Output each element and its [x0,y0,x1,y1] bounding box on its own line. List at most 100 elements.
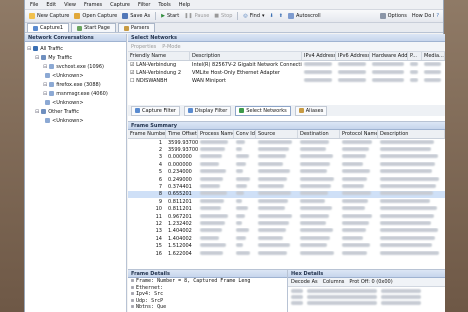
tree-item[interactable]: <Unknown> [27,98,126,107]
tree-item[interactable]: ⊟ svchost.exe (1096) [27,62,126,71]
expand-icon[interactable]: ⊟ [35,109,39,115]
display-filter-button[interactable]: Display Filter [183,105,232,116]
blurred-value [380,147,431,152]
expand-icon[interactable]: ⊞ [131,304,134,310]
new-capture-button[interactable]: New Capture [29,13,69,19]
expand-icon[interactable]: ⊟ [43,91,47,97]
tab-parsers[interactable]: Parsers [117,23,156,32]
frame-row[interactable]: 15 1.512004 [128,242,445,249]
tree-item[interactable]: ⊟ Other Traffic [27,107,126,116]
col-time-offset[interactable]: Time Offset [166,130,198,138]
menu-capture[interactable]: Capture [110,2,130,8]
blurred-value [342,161,363,166]
tree-item[interactable]: ⊟ My Traffic [27,53,126,62]
frame-row[interactable]: 8 0.655201 [128,190,445,199]
frame-row[interactable]: 13599.937000 [128,139,445,146]
tab-capture1[interactable]: Capture1 [27,23,70,32]
save-icon [122,13,129,19]
panel-title: Frame Summary [128,122,445,130]
frame-row[interactable]: 3 0.000000 [128,154,445,161]
select-networks-button[interactable]: Select Networks [235,105,291,116]
col-description[interactable]: Description [190,52,302,60]
tree-item[interactable]: ⊟ All Traffic [27,44,126,53]
network-row[interactable]: ☑ LAN-Verbindung 2 VMLite Host-Only Ether… [128,69,445,77]
p-mode-button[interactable]: P-Mode [162,44,180,50]
expand-icon[interactable]: ⊟ [35,55,39,61]
network-row[interactable]: ☐ NDISWANBH WAN Miniport [128,77,445,85]
frame-row[interactable]: 6 0.249000 [128,176,445,183]
find-button[interactable]: ◎ Find ▾ [243,13,264,19]
arrow-down-icon[interactable]: ⬇ [270,13,274,19]
how-do-i-button[interactable]: How Do I ? [412,13,439,19]
menu-view[interactable]: View [64,2,76,8]
menu-tools[interactable]: Tools [158,2,170,8]
save-as-button[interactable]: Save As [122,13,150,19]
col-destination[interactable]: Destination [298,130,340,138]
col-protocol-name[interactable]: Protocol Name [340,130,378,138]
frame-row[interactable]: 14 1.404002 [128,235,445,242]
tree-item[interactable]: ⊟ firefox.exe (3088) [27,80,126,89]
blurred-value [200,184,220,189]
conversation-tree: ⊟ All Traffic ⊟ My Traffic ⊟ svchost.exe (109… [25,42,126,125]
network-row[interactable]: ☑ LAN-Verbindung Intel(R) 82567V-2 Gigabi… [128,61,445,69]
blurred-value [236,176,250,181]
options-button[interactable]: Options [379,13,407,19]
frame-row[interactable]: 11 0.967201 [128,213,445,220]
col-p[interactable]: P... [408,52,422,60]
toolbar-separator [237,12,239,20]
blurred-value [258,161,283,166]
expand-icon[interactable]: ⊞ [131,285,134,291]
expand-icon[interactable]: ⊟ [43,82,47,88]
col-frame-number[interactable]: Frame Number [128,130,166,138]
frame-row[interactable]: 7 0.374401 [128,183,445,190]
frame-row[interactable]: 9 0.811201 [128,198,445,205]
frame-row[interactable]: 13 1.404002 [128,228,445,235]
expand-icon[interactable]: ⊟ [27,46,31,52]
frame-row[interactable]: 23599.937000 [128,146,445,153]
frame-row[interactable]: 12 1.232402 [128,220,445,227]
tree-item[interactable]: ⊟ msnmsgr.exe (4060) [27,89,126,98]
expand-icon[interactable]: ⊟ [43,64,47,70]
menu-help[interactable]: Help [179,2,190,8]
frame-row[interactable]: 4 0.000000 [128,161,445,168]
frame-list: 13599.93700023599.93700030.00000040.0000… [128,139,445,257]
menu-filter[interactable]: Filter [138,2,150,8]
tree-item[interactable]: <Unknown> [27,71,126,80]
col-source[interactable]: Source [256,130,298,138]
pause-button[interactable]: ❚❚ Pause [184,13,209,19]
frame-row[interactable]: 16 1.622004 [128,250,445,257]
stop-button[interactable]: ■ Stop [214,13,232,19]
expand-icon[interactable]: ⊞ [131,291,134,297]
tree-item[interactable]: <Unknown> [27,116,126,125]
blurred-value [258,169,290,174]
col-ipv4[interactable]: IPv4 Address [302,52,336,60]
menu-edit[interactable]: Edit [46,2,56,8]
aliases-button[interactable]: Aliases [294,105,328,116]
blurred-value [200,213,228,218]
frame-row[interactable]: 5 0.234000 [128,169,445,176]
col-conv-id[interactable]: Conv Id [234,130,256,138]
menu-frames[interactable]: Frames [84,2,102,8]
columns-button[interactable]: Columns [323,279,345,285]
col-ipv6[interactable]: IPv6 Address [336,52,370,60]
expand-icon[interactable]: ⊞ [131,278,134,284]
start-button[interactable]: ▶ Start [161,13,179,19]
autoscroll-button[interactable]: Autoscroll [287,13,321,19]
decode-as-button[interactable]: Decode As [291,279,318,285]
col-media[interactable]: Media... [422,52,445,60]
blurred-value [380,243,432,248]
open-capture-button[interactable]: Open Capture [74,13,117,19]
col-hardware[interactable]: Hardware Address [370,52,408,60]
frame-row[interactable]: 10 0.811201 [128,206,445,213]
detail-node[interactable]: ⊞ Nbtns: Que [128,304,287,311]
col-process-name[interactable]: Process Name [198,130,234,138]
expand-icon[interactable]: ⊞ [131,298,134,304]
autoscroll-icon [287,13,294,19]
menu-file[interactable]: File [30,2,38,8]
properties-button[interactable]: Properties [131,44,156,50]
col-friendly-name[interactable]: Friendly Name [128,52,190,60]
tab-start-page[interactable]: Start Page [71,23,116,32]
col-description[interactable]: Description [378,130,445,138]
arrow-up-icon[interactable]: ⬆ [279,13,283,19]
capture-filter-button[interactable]: Capture Filter [131,105,180,116]
